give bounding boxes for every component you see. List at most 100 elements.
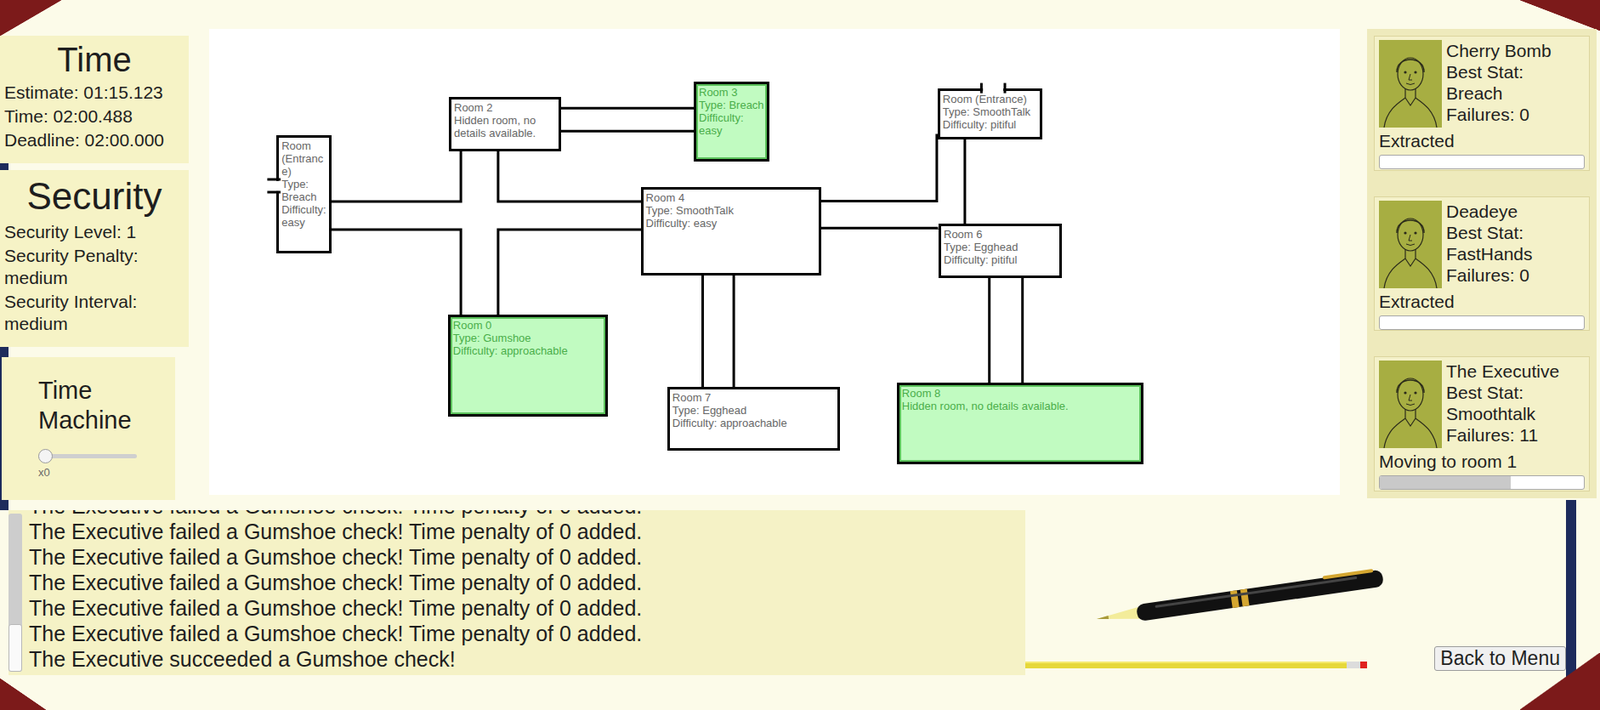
best-stat: Breach	[1446, 82, 1552, 104]
security-penalty: Security Penalty: medium	[4, 244, 185, 290]
entrance-door-icon	[981, 83, 1005, 94]
speed-label: x0	[38, 465, 169, 479]
room-detail: Type: Egghead	[943, 240, 1057, 254]
log-entry: The Executive succeeded a Gumshoe check!	[28, 646, 1026, 672]
crew-name: Deadeye	[1446, 200, 1533, 222]
corridor-wall	[459, 146, 500, 320]
room-detail: Hidden room, no details available.	[453, 113, 557, 140]
room-name: Room (Entrance)	[281, 139, 327, 178]
log-entry: The Executive failed a Gumshoe check! Ti…	[28, 620, 1026, 647]
room[interactable]: Room 0 Type: GumshoeDifficulty: approach…	[448, 314, 608, 417]
time-title: Time	[4, 39, 185, 80]
log-scrollbar[interactable]	[8, 513, 23, 672]
portrait-icon	[1378, 39, 1442, 128]
security-panel: Security Security Level: 1 Security Pena…	[0, 170, 189, 347]
failures: Failures: 11	[1446, 424, 1560, 446]
pencil-icon	[1025, 661, 1368, 669]
room-name: Room 0	[453, 318, 603, 332]
room[interactable]: Room 6 Type: EggheadDifficulty: pitiful	[938, 223, 1062, 279]
game-screen: Time Estimate: 01:15.123 Time: 02:00.488…	[0, 0, 1600, 710]
estimate: Estimate: 01:15.123	[4, 81, 185, 104]
room-name: Room 2	[453, 101, 557, 114]
best-stat-label: Best Stat:	[1446, 381, 1560, 403]
crew-status: Extracted	[1378, 290, 1585, 313]
log-entry: The Executive failed a Gumshoe check! Ti…	[28, 510, 1026, 519]
crew-name: The Executive	[1446, 360, 1560, 382]
best-stat-label: Best Stat:	[1446, 221, 1533, 244]
log-entry: The Executive failed a Gumshoe check! Ti…	[28, 595, 1026, 621]
portrait-icon	[1378, 360, 1442, 449]
corridor	[990, 270, 1022, 388]
crew-column: Cherry Bomb Best Stat: Breach Failures: …	[1339, 0, 1600, 502]
room[interactable]: Room 7 Type: EggheadDifficulty: approach…	[667, 386, 840, 450]
room-name: Room 7	[672, 391, 835, 404]
entrance-door-icon	[266, 179, 281, 193]
log-entry: The Executive failed a Gumshoe check! Ti…	[28, 569, 1026, 596]
room-detail: Hidden room, no details available.	[902, 399, 1139, 413]
time-machine-slider[interactable]	[38, 453, 137, 459]
room-detail: Difficulty: easy	[646, 216, 817, 230]
crew-card[interactable]: The Executive Best Stat: Smoothtalk Fail…	[1373, 356, 1590, 492]
back-to-menu-button[interactable]: Back to Menu	[1434, 646, 1566, 671]
corridor	[937, 134, 964, 230]
corridor-wall	[816, 199, 951, 230]
corridor	[556, 109, 699, 131]
map-area: Room (Entrance) Type: BreachDifficulty: …	[209, 0, 1340, 502]
time-panel: Time Estimate: 01:15.123 Time: 02:00.488…	[0, 35, 189, 164]
log-entry: The Executive failed a Gumshoe check! Ti…	[28, 518, 1026, 545]
security-title: Security	[4, 173, 185, 220]
security-interval: Security Interval: medium	[4, 290, 185, 335]
room-name: Room 3	[698, 85, 765, 99]
crew-card[interactable]: Cherry Bomb Best Stat: Breach Failures: …	[1373, 35, 1590, 171]
portrait-icon	[1378, 200, 1442, 289]
failures: Failures: 0	[1446, 103, 1552, 125]
room-detail: Difficulty: approachable	[672, 416, 835, 430]
corridor	[462, 146, 498, 320]
log-entry: The Executive failed a Gumshoe check! Ti…	[28, 544, 1026, 570]
corridor	[703, 270, 733, 392]
failures: Failures: 0	[1446, 264, 1533, 286]
scroll-thumb[interactable]	[8, 624, 23, 672]
room-detail: Difficulty: approachable	[453, 344, 603, 358]
room[interactable]: Room 2 Hidden room, no details available…	[448, 96, 562, 152]
time-machine-title: Time Machine	[38, 375, 158, 436]
crew-status: Moving to room 1	[1378, 450, 1585, 472]
room-detail: Type: SmoothTalk	[942, 105, 1039, 119]
room[interactable]: Room 3 Type: BreachDifficulty: easy	[693, 81, 770, 162]
corridor-wall	[556, 107, 699, 133]
best-stat: Smoothtalk	[1446, 402, 1560, 425]
slider-knob[interactable]	[38, 448, 53, 464]
room-name: Room 6	[943, 227, 1057, 241]
event-log: The Executive failed a Gumshoe check! Ti…	[8, 510, 1026, 676]
progress-bar	[1378, 154, 1585, 170]
elapsed-time: Time: 02:00.488	[4, 105, 185, 128]
room[interactable]: Room 4 Type: SmoothTalkDifficulty: easy	[641, 187, 822, 276]
room-name: Room 4	[646, 191, 817, 205]
progress-bar	[1378, 315, 1585, 330]
map: Room (Entrance) Type: BreachDifficulty: …	[209, 28, 1340, 495]
corridor-wall	[987, 270, 1024, 388]
room-detail: Difficulty: pitiful	[942, 118, 1039, 131]
room-detail: Difficulty: easy	[698, 111, 765, 137]
deadline: Deadline: 02:00.000	[4, 129, 185, 152]
crew-status: Extracted	[1378, 130, 1585, 152]
crew-name: Cherry Bomb	[1446, 39, 1552, 62]
corridor-wall	[935, 134, 966, 230]
room-detail: Type: Egghead	[672, 403, 835, 417]
room-detail: Type: Breach	[281, 177, 327, 204]
room-detail: Difficulty: easy	[281, 203, 327, 229]
corridor-wall	[701, 270, 736, 392]
room-detail: Type: Gumshoe	[453, 331, 603, 345]
progress-fill	[1379, 476, 1511, 489]
time-machine-panel: Time Machine x0	[1, 357, 176, 500]
best-stat: FastHands	[1446, 243, 1533, 265]
room[interactable]: Room 8 Hidden room, no details available…	[896, 382, 1144, 465]
best-stat-label: Best Stat:	[1446, 61, 1552, 83]
room-name: Room (Entrance)	[942, 92, 1039, 106]
crew-card[interactable]: Deadeye Best Stat: FastHands Failures: 0…	[1373, 196, 1590, 332]
room[interactable]: Room (Entrance) Type: SmoothTalkDifficul…	[937, 88, 1044, 140]
corridor	[816, 202, 951, 227]
room[interactable]: Room (Entrance) Type: BreachDifficulty: …	[276, 135, 332, 254]
progress-bar	[1378, 475, 1585, 490]
room-name: Room 8	[902, 386, 1139, 400]
